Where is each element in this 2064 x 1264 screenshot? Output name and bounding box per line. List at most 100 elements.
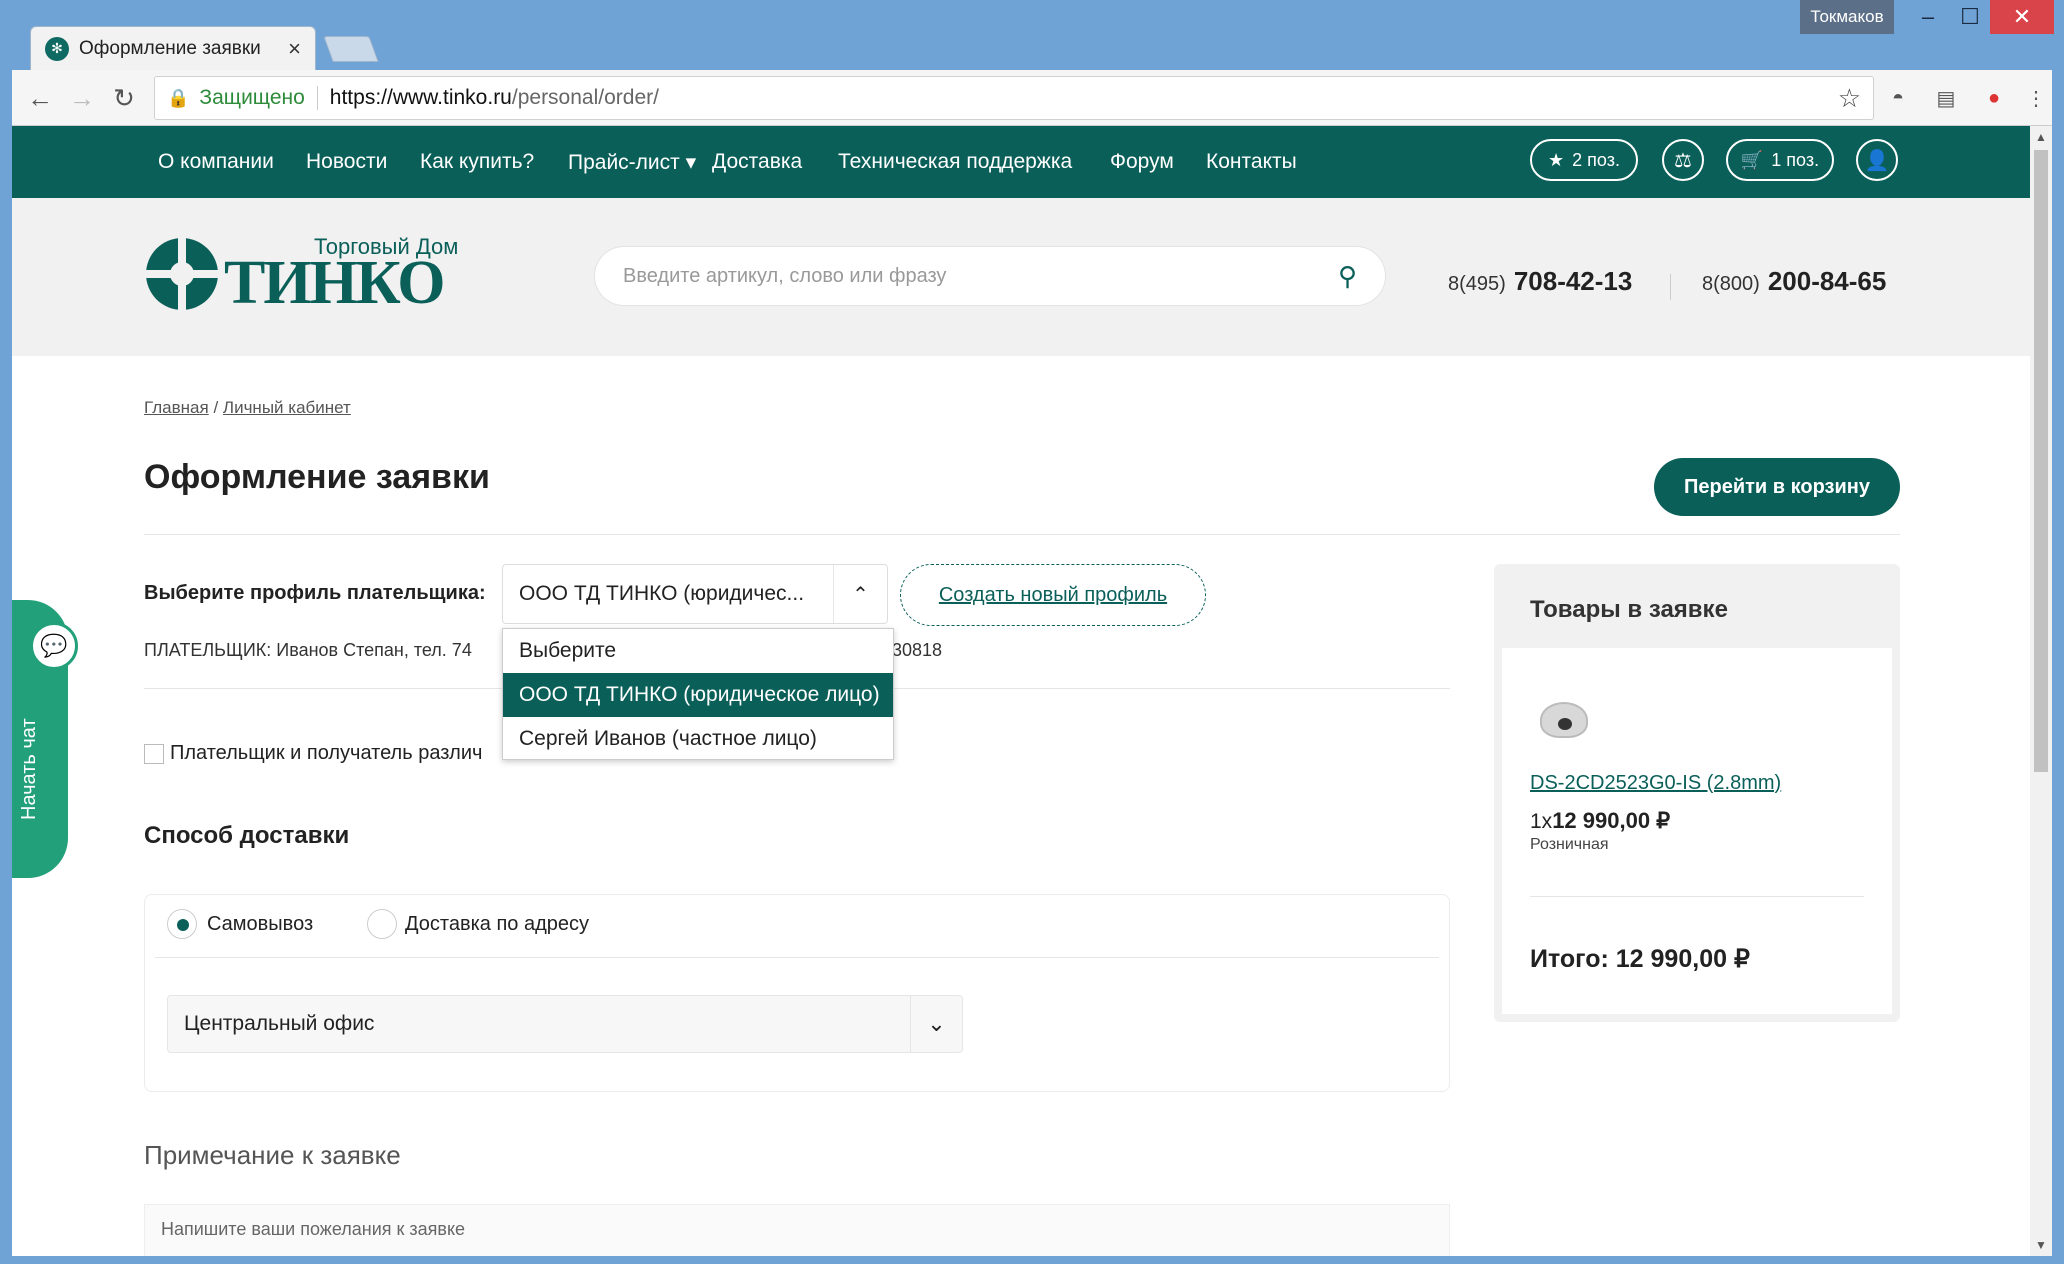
tab-bar: ✻ Оформление заявки × Токмаков – ☐ ✕ [0,0,2064,70]
favorites-button[interactable]: ★ 2 поз. [1530,139,1638,181]
top-navigation: О компании Новости Как купить? Прайс-лис… [12,126,2030,198]
chat-label: Начать чат [18,718,40,820]
payer-differs-label: Плательщик и получатель различ [170,742,483,764]
go-to-cart-button[interactable]: Перейти в корзину [1654,458,1900,516]
order-summary-title: Товары в заявке [1530,596,1728,623]
product-image[interactable] [1540,702,1588,738]
create-profile-button[interactable]: Создать новый профиль [900,564,1206,626]
note-placeholder: Напишите ваши пожелания к заявке [161,1219,466,1239]
dropdown-option[interactable]: Выберите [503,629,893,673]
menu-icon[interactable]: ⋮ [2020,82,2052,114]
scroll-down-icon[interactable]: ▼ [2035,1238,2047,1252]
payer-profile-select[interactable]: ООО ТД ТИНКО (юридичес... ⌃ [502,564,888,624]
reader-icon[interactable]: ▤ [1930,82,1962,114]
chat-bubble-icon: 💬 [30,622,78,670]
phone-moscow[interactable]: 8(495) 708-42-13 [1448,266,1632,297]
divider [155,957,1439,958]
product-link[interactable]: DS-2CD2523G0-IS (2.8mm) [1530,772,1781,795]
address-delivery-radio[interactable] [367,909,397,939]
payer-profile-dropdown: Выберите ООО ТД ТИНКО (юридическое лицо)… [502,628,894,760]
payer-info-tail: 30818 [892,640,943,660]
logo[interactable]: Торговый Дом ТИНКО [144,230,474,317]
breadcrumb-account[interactable]: Личный кабинет [223,398,351,417]
order-summary: Товары в заявке DS-2CD2523G0-IS (2.8mm) … [1494,564,1900,1022]
site-header: Торговый Дом ТИНКО Введите артикул, слов… [12,198,2030,356]
nav-how-to-buy[interactable]: Как купить? [420,150,534,174]
payer-profile-value: ООО ТД ТИНКО (юридичес... [519,582,805,605]
favorites-count: 2 поз. [1572,149,1620,170]
nav-about[interactable]: О компании [158,150,274,174]
divider [144,534,1900,535]
cart-button[interactable]: 🛒 1 поз. [1726,139,1834,181]
reload-icon[interactable]: ↻ [106,80,142,116]
incognito-icon[interactable]: ◓ [1882,82,1914,114]
new-tab-button[interactable] [323,36,379,62]
cart-icon: 🛒 [1740,149,1764,170]
payer-profile-label: Выберите профиль плательщика: [144,582,486,604]
nav-forum[interactable]: Форум [1110,150,1174,174]
payer-info: ПЛАТЕЛЬЩИК: Иванов Степан, тел. 74 [144,640,472,660]
divider [1670,274,1671,300]
scrollbar[interactable]: ▲ ▼ [2030,126,2052,1256]
search-icon[interactable]: ⚲ [1338,261,1357,292]
pickup-label[interactable]: Самовывоз [207,913,313,936]
logo-title: ТИНКО [224,249,445,317]
compare-icon[interactable]: ⚖ [1662,139,1704,181]
user-icon[interactable]: 👤 [1856,139,1898,181]
tab-title: Оформление заявки [79,37,261,59]
breadcrumb: Главная / Личный кабинет [144,398,351,417]
breadcrumb-home[interactable]: Главная [144,398,209,417]
url-host: https://www.tinko.ru [329,86,512,109]
nav-news[interactable]: Новости [306,150,387,174]
order-items: DS-2CD2523G0-IS (2.8mm) 1x12 990,00 ₽ Ро… [1502,648,1892,1014]
payer-differs-checkbox[interactable] [144,744,164,764]
chevron-down-icon[interactable]: ⌄ [910,996,962,1052]
browser-tab[interactable]: ✻ Оформление заявки × [30,26,316,70]
logo-emblem-icon [144,236,220,312]
nav-support[interactable]: Техническая поддержка [838,150,1072,174]
pickup-radio[interactable] [167,909,197,939]
page-title: Оформление заявки [144,458,490,496]
price-type: Розничная [1530,836,1609,853]
profile-name[interactable]: Токмаков [1800,0,1894,34]
product-qty-price: 1x12 990,00 ₽ [1530,808,1671,833]
search-input[interactable]: Введите артикул, слово или фразу ⚲ [594,246,1386,306]
back-icon[interactable]: ← [22,80,58,116]
favicon-icon: ✻ [45,36,69,61]
search-placeholder: Введите артикул, слово или фразу [623,264,947,287]
address-bar-row: ← → ↻ 🔒 Защищено https://www.tinko.ru /p… [12,70,2052,126]
nav-pricelist[interactable]: Прайс-лист ▾ [568,150,696,175]
dropdown-option[interactable]: Сергей Иванов (частное лицо) [503,717,893,761]
note-textarea[interactable]: Напишите ваши пожелания к заявке [144,1204,1450,1256]
minimize-icon[interactable]: – [1906,0,1950,34]
chat-widget[interactable]: 💬 Начать чат [12,600,78,878]
scroll-up-icon[interactable]: ▲ [2035,130,2047,144]
url-path: /personal/order/ [511,86,659,109]
close-window-icon[interactable]: ✕ [1990,0,2054,34]
close-tab-icon[interactable]: × [288,36,301,62]
nav-contacts[interactable]: Контакты [1206,150,1297,174]
chevron-up-icon[interactable]: ⌃ [833,565,887,623]
cart-count: 1 поз. [1771,149,1820,170]
scrollbar-thumb[interactable] [2034,150,2048,772]
star-icon: ★ [1548,149,1565,170]
browser-window: ✻ Оформление заявки × Токмаков – ☐ ✕ ← →… [0,0,2064,1264]
phone-free[interactable]: 8(800) 200-84-65 [1702,266,1886,297]
address-delivery-label[interactable]: Доставка по адресу [405,913,589,936]
lock-icon: 🔒 [167,87,190,108]
office-select[interactable]: Центральный офис ⌄ [167,995,963,1053]
divider [1530,896,1864,897]
order-total: Итого: 12 990,00 ₽ [1530,945,1750,973]
url-field[interactable]: 🔒 Защищено https://www.tinko.ru /persona… [154,76,1874,120]
delivery-title: Способ доставки [144,822,350,849]
office-value: Центральный офис [184,1012,375,1035]
forward-icon[interactable]: → [64,80,100,116]
dropdown-option-selected[interactable]: ООО ТД ТИНКО (юридическое лицо) [503,673,893,717]
extension-icon[interactable]: ● [1978,82,2010,114]
delivery-box: Самовывоз Доставка по адресу Центральный… [144,894,1450,1092]
maximize-icon[interactable]: ☐ [1948,0,1992,34]
nav-delivery[interactable]: Доставка [712,150,802,174]
bookmark-star-icon[interactable]: ☆ [1838,83,1861,114]
note-title: Примечание к заявке [144,1140,401,1170]
secure-label: Защищено [199,86,318,110]
